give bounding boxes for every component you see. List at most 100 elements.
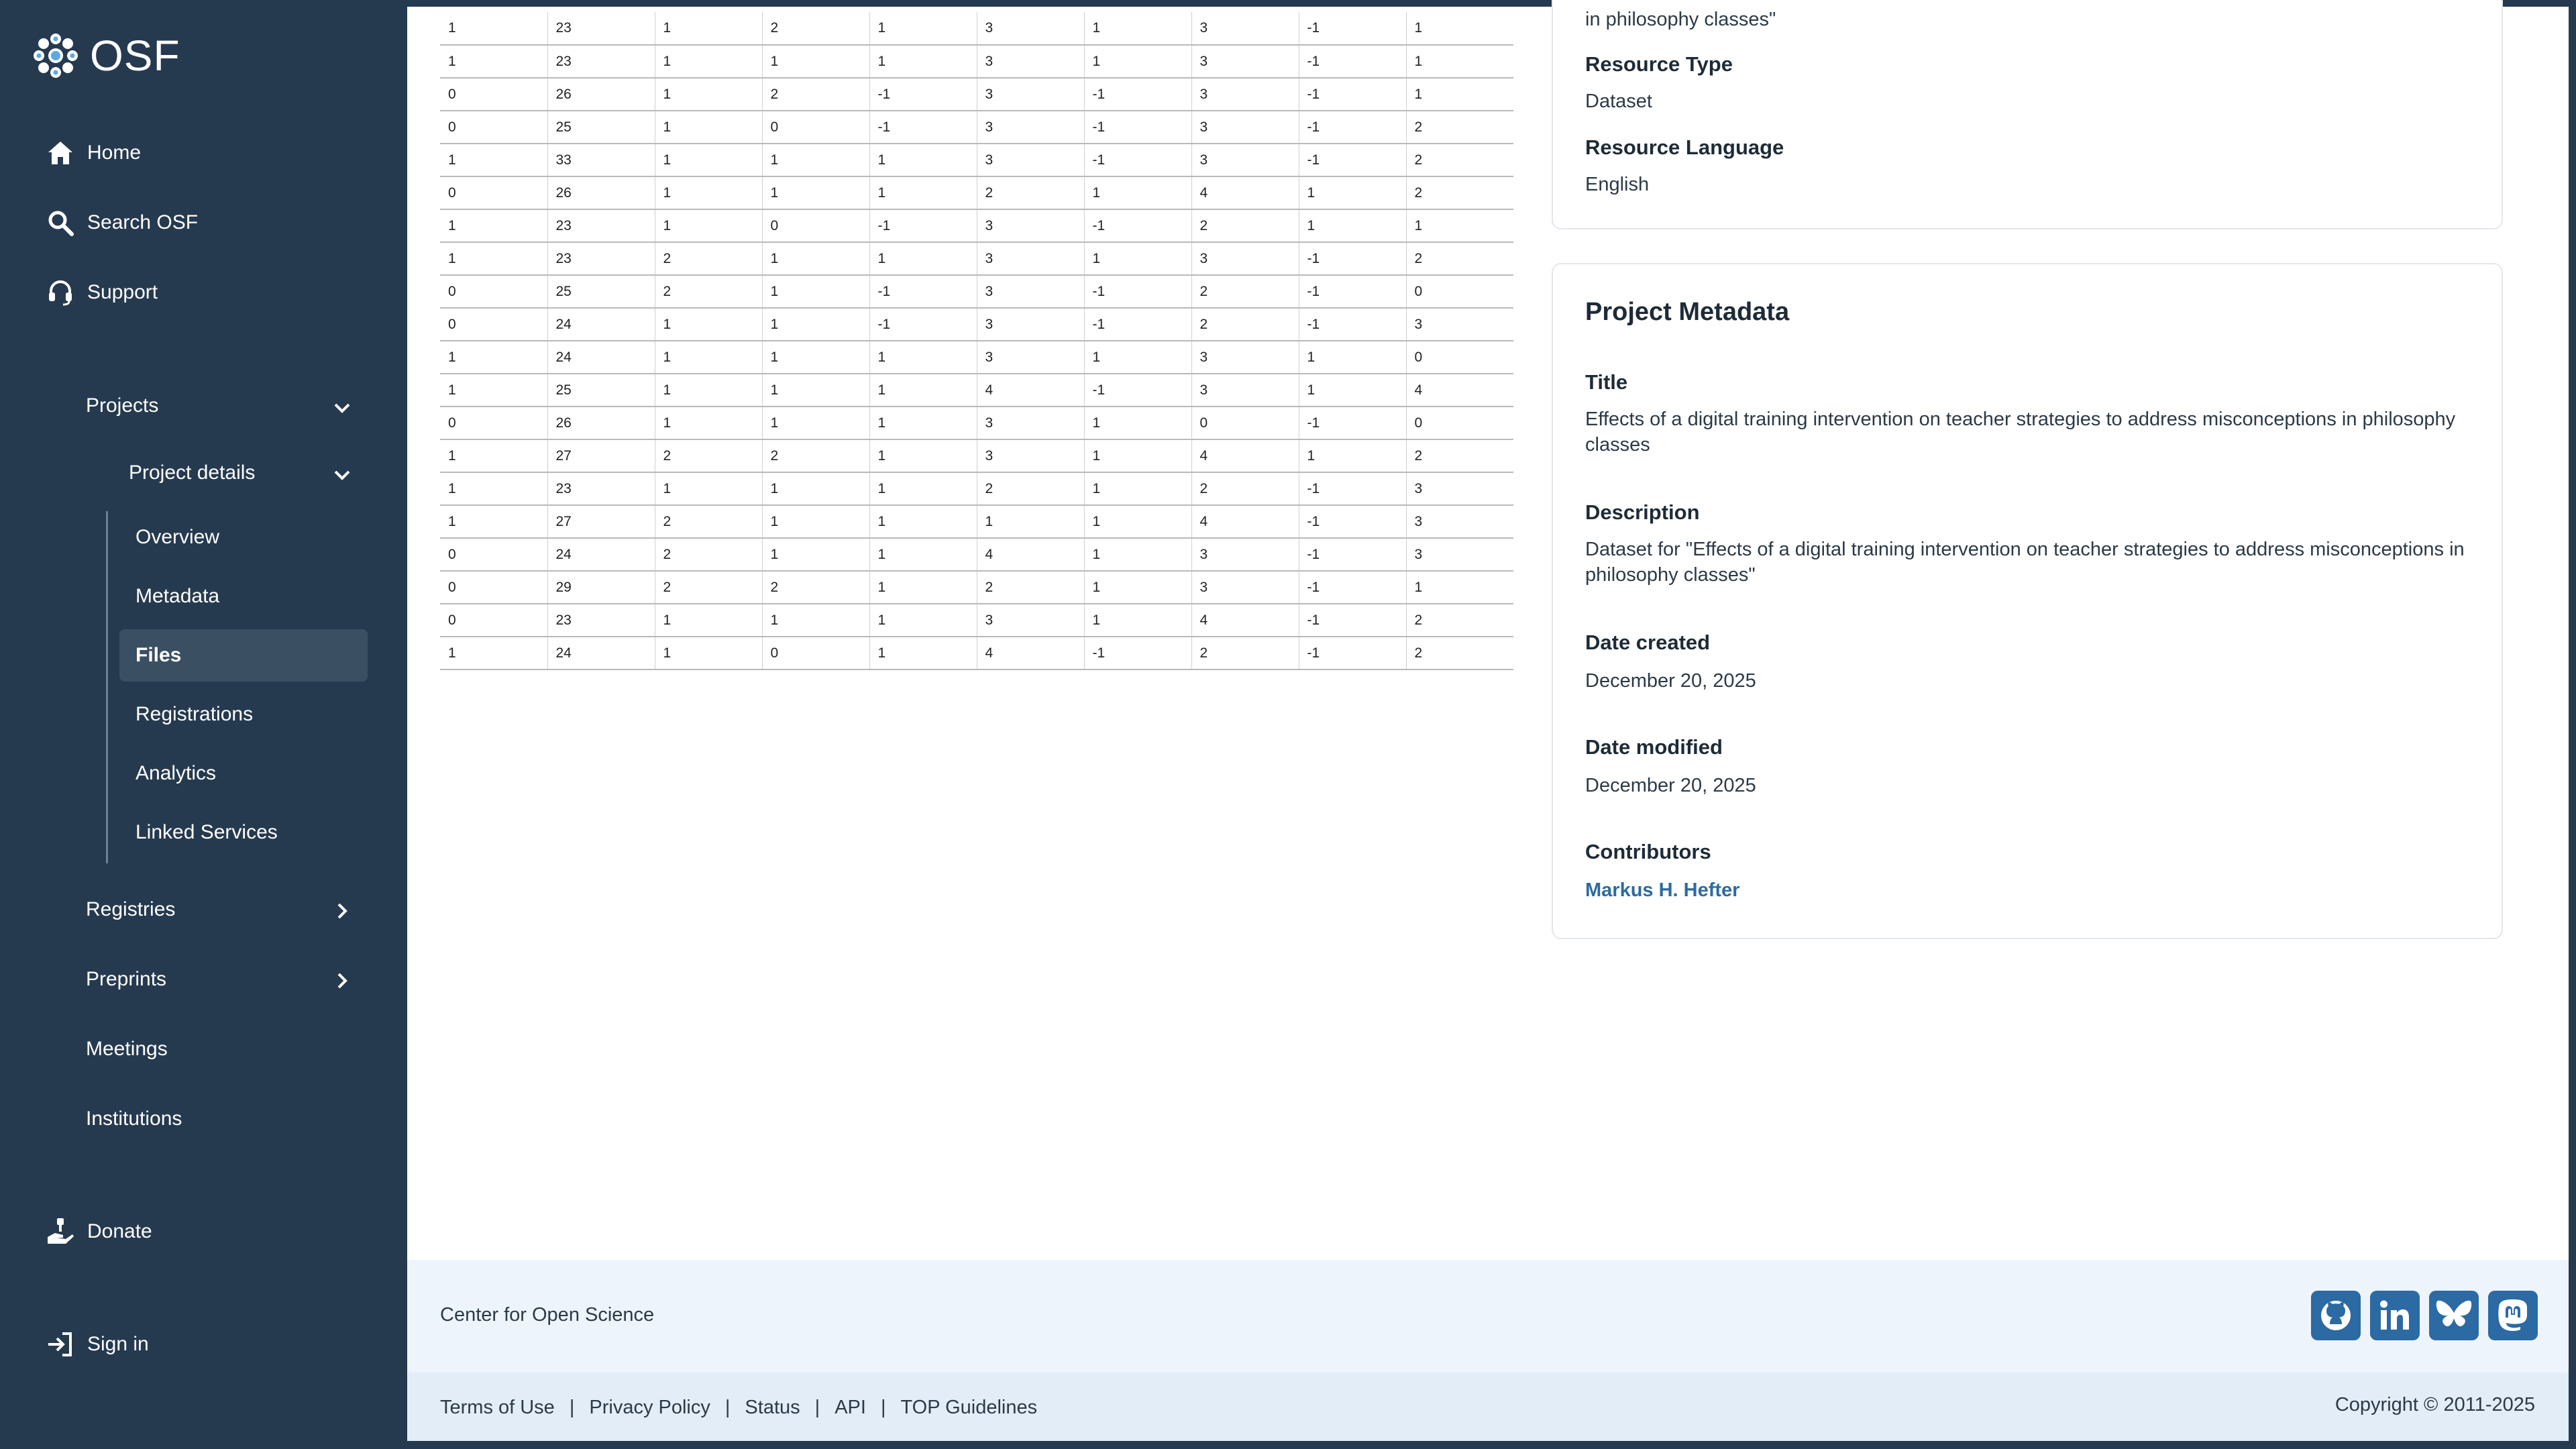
nav-support[interactable]: Support (46, 278, 158, 307)
table-cell: -1 (1298, 45, 1406, 78)
date-created-value: December 20, 2025 (1585, 670, 1756, 692)
sign-in-icon (46, 1330, 75, 1359)
nav-donate[interactable]: Donate (46, 1217, 152, 1246)
table-cell: -1 (1083, 637, 1191, 670)
table-row: 1 24 1 1 1 3 1 3 1 0 (440, 341, 1513, 374)
terms-of-use-link[interactable]: Terms of Use (440, 1397, 555, 1419)
footer-bottom: Terms of Use | Privacy Policy | Status |… (407, 1373, 2569, 1441)
api-link[interactable]: API (835, 1397, 866, 1419)
table-cell: 2 (1191, 209, 1299, 243)
sidebar-item-registrations[interactable]: Registrations (119, 688, 368, 741)
table-cell: 1 (1405, 209, 1513, 243)
table-cell: 1 (440, 637, 547, 670)
table-cell: 4 (1191, 439, 1299, 473)
table-cell: 1 (654, 209, 762, 243)
table-cell: 1 (654, 341, 762, 374)
sidebar-item-overview[interactable]: Overview (119, 511, 368, 564)
github-icon[interactable] (2311, 1291, 2361, 1340)
status-link[interactable]: Status (745, 1397, 800, 1419)
table-cell: -1 (1298, 308, 1406, 341)
table-cell: 2 (654, 538, 762, 572)
nav-registries[interactable]: Registries (86, 898, 175, 921)
table-cell: 1 (1405, 12, 1513, 46)
table-cell: 1 (869, 374, 977, 407)
table-cell: -1 (1298, 538, 1406, 572)
nav-home[interactable]: Home (46, 138, 141, 168)
resource-type-value: Dataset (1585, 91, 1652, 112)
chevron-down-icon[interactable] (329, 394, 356, 421)
osf-logo-icon (34, 34, 78, 78)
table-cell: 29 (547, 571, 655, 604)
table-cell: 33 (547, 144, 655, 177)
chevron-right-icon[interactable] (329, 967, 356, 994)
table-cell: 3 (976, 45, 1084, 78)
nav-sign-in-label: Sign in (87, 1333, 149, 1355)
table-cell: -1 (1083, 111, 1191, 144)
resource-language-label: Resource Language (1585, 136, 1784, 159)
table-cell: 23 (547, 45, 655, 78)
table-cell: 3 (1191, 12, 1299, 46)
table-cell: 1 (1298, 341, 1406, 374)
table-cell: 1 (440, 472, 547, 506)
linkedin-icon[interactable] (2370, 1291, 2420, 1340)
table-row: 1 24 1 0 1 4 -1 2 -1 2 (440, 637, 1513, 670)
table-cell: 1 (1405, 78, 1513, 111)
table-cell: 1 (869, 472, 977, 506)
sidebar-item-files[interactable]: Files (119, 629, 368, 682)
nav-meetings[interactable]: Meetings (86, 1038, 168, 1061)
osf-logo[interactable]: OSF (31, 31, 180, 80)
footer-links: Terms of Use | Privacy Policy | Status |… (440, 1397, 1037, 1419)
sidebar-item-analytics[interactable]: Analytics (119, 747, 368, 800)
table-cell: -1 (1083, 374, 1191, 407)
title-label: Title (1585, 370, 1628, 394)
table-cell: 1 (761, 144, 869, 177)
bluesky-icon[interactable] (2429, 1291, 2479, 1340)
table-cell: 1 (761, 374, 869, 407)
table-cell: 1 (440, 439, 547, 473)
table-cell: 2 (761, 571, 869, 604)
table-cell: 1 (654, 144, 762, 177)
top-guidelines-link[interactable]: TOP Guidelines (900, 1397, 1037, 1419)
table-cell: 2 (1405, 439, 1513, 473)
nav-sign-in[interactable]: Sign in (46, 1330, 149, 1359)
table-cell: 25 (547, 111, 655, 144)
nav-preprints[interactable]: Preprints (86, 968, 166, 991)
sidebar-item-metadata[interactable]: Metadata (119, 570, 368, 623)
nav-institutions[interactable]: Institutions (86, 1108, 182, 1130)
table-cell: 3 (976, 209, 1084, 243)
table-cell: 2 (1191, 308, 1299, 341)
contributor-link[interactable]: Markus H. Hefter (1585, 877, 2477, 903)
table-cell: -1 (1298, 571, 1406, 604)
sidebar-item-linked-services[interactable]: Linked Services (119, 806, 368, 859)
table-cell: 0 (1191, 407, 1299, 440)
table-cell: 2 (1191, 637, 1299, 670)
table-cell: -1 (1298, 111, 1406, 144)
chevron-down-icon[interactable] (329, 462, 356, 488)
table-cell: 1 (869, 176, 977, 210)
mastodon-icon[interactable] (2488, 1291, 2538, 1340)
table-cell: 2 (761, 439, 869, 473)
table-cell: 1 (869, 637, 977, 670)
table-cell: -1 (869, 308, 977, 341)
table-row: 0 26 1 2 -1 3 -1 3 -1 1 (440, 78, 1513, 111)
nav-project-details[interactable]: Project details (129, 462, 255, 484)
table-cell: 0 (440, 407, 547, 440)
table-cell: 3 (976, 144, 1084, 177)
nav-search[interactable]: Search OSF (46, 208, 198, 237)
table-cell: 2 (1405, 637, 1513, 670)
table-cell: -1 (869, 111, 977, 144)
table-cell: 23 (547, 604, 655, 637)
table-cell: 1 (869, 505, 977, 539)
resource-metadata-card: in philosophy classes" Resource Type Dat… (1552, 0, 2503, 229)
table-cell: 0 (440, 308, 547, 341)
nav-projects[interactable]: Projects (86, 394, 158, 417)
table-cell: 1 (440, 374, 547, 407)
privacy-policy-link[interactable]: Privacy Policy (589, 1397, 710, 1419)
chevron-right-icon[interactable] (329, 898, 356, 924)
table-cell: 1 (1298, 439, 1406, 473)
table-cell: -1 (1298, 637, 1406, 670)
table-cell: 2 (654, 505, 762, 539)
table-cell: 4 (1191, 176, 1299, 210)
table-cell: -1 (869, 78, 977, 111)
table-cell: 1 (440, 341, 547, 374)
